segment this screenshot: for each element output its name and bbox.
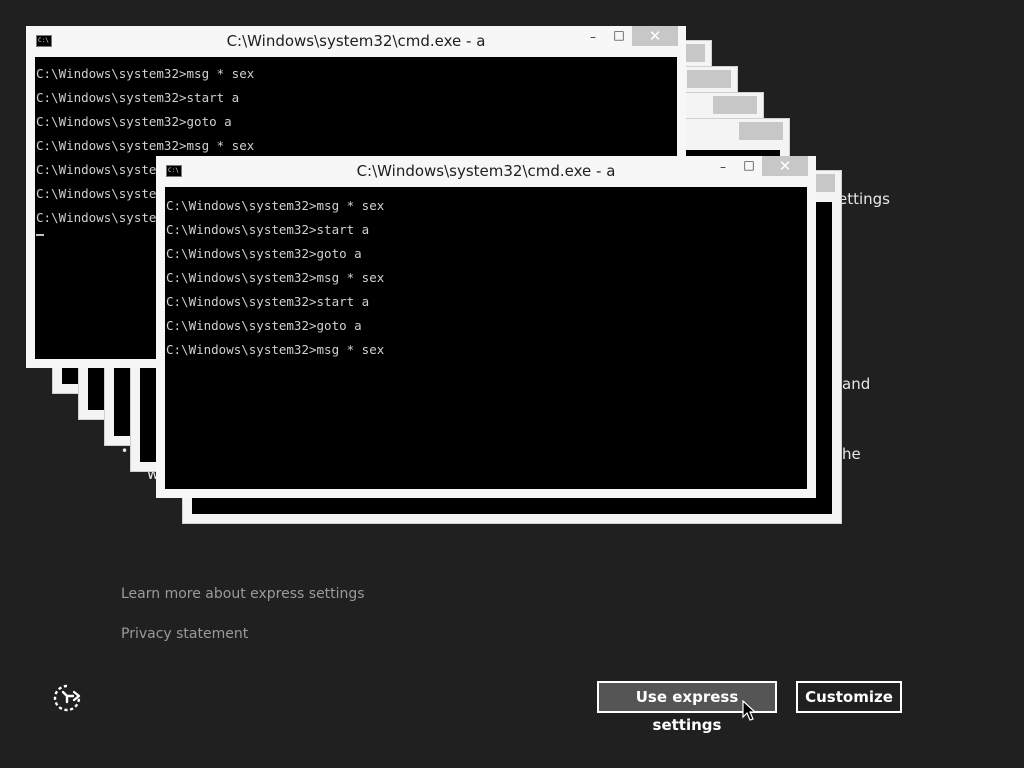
console-output[interactable]: C:\Windows\system32>msg * sex C:\Windows…: [165, 187, 807, 489]
minimize-button[interactable]: –: [710, 157, 736, 177]
text-cursor: [36, 234, 44, 236]
console-line: C:\Windows\system32>goto a: [36, 114, 232, 129]
minimize-button[interactable]: –: [580, 27, 606, 47]
maximize-button[interactable]: □: [606, 25, 632, 45]
close-button[interactable]: ✕: [632, 26, 678, 46]
console-line: C:\Windows\system32>start a: [166, 222, 370, 237]
privacy-statement-link[interactable]: Privacy statement: [121, 626, 248, 642]
and-text-fragment: and: [842, 375, 871, 393]
he-text-fragment: he: [842, 445, 861, 463]
console-line: C:\Windows\system32>goto a: [166, 318, 362, 333]
console-line: C:\Windows\system32>msg * sex: [36, 66, 255, 81]
settings-text-fragment: ettings: [838, 190, 891, 208]
close-button-ghost: [713, 96, 757, 114]
console-line: C:\Windows\system32>msg * sex: [166, 270, 385, 285]
maximize-button[interactable]: □: [736, 155, 762, 175]
close-button-ghost: [687, 70, 731, 88]
title-bar[interactable]: C:\ C:\Windows\system32\cmd.exe - a – □ …: [26, 26, 686, 57]
console-line: C:\Windows\system32>msg * sex: [166, 342, 385, 357]
use-express-settings-button[interactable]: Use express settings: [597, 681, 777, 734]
console-line: C:\Windows\system32>msg * sex: [36, 138, 255, 153]
close-button[interactable]: ✕: [762, 156, 808, 176]
close-button-ghost: [739, 122, 783, 140]
console-line: C:\Windows\system32>start a: [166, 294, 370, 309]
bullet-fragment: •: [121, 444, 129, 458]
console-line: C:\Windows\system32>start a: [36, 90, 240, 105]
title-bar[interactable]: C:\ C:\Windows\system32\cmd.exe - a – □ …: [156, 156, 816, 187]
customize-button[interactable]: Customize: [796, 681, 902, 713]
cmd-window-front[interactable]: C:\ C:\Windows\system32\cmd.exe - a – □ …: [156, 156, 816, 498]
ease-of-access-icon[interactable]: [52, 683, 82, 713]
console-line: C:\Windows\system32>goto a: [166, 246, 362, 261]
console-line: C:\Windows\system32>msg * sex: [166, 198, 385, 213]
learn-more-link[interactable]: Learn more about express settings: [121, 586, 365, 602]
